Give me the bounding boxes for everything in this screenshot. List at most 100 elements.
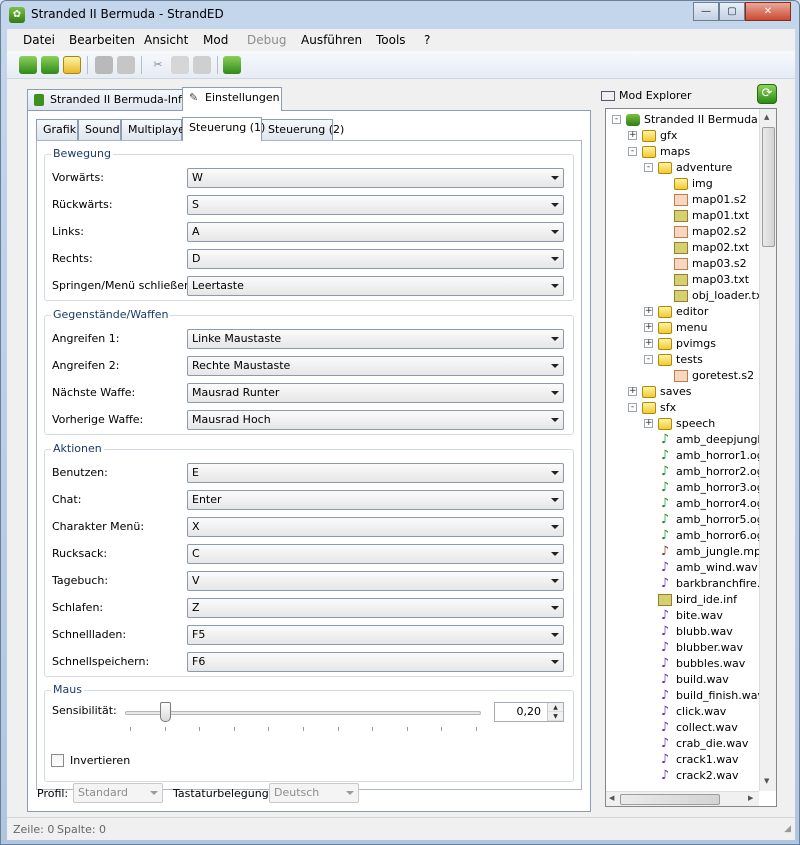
expand-icon[interactable]: + <box>644 339 653 348</box>
tab-steuerung-1[interactable]: Steuerung (1) <box>182 117 265 141</box>
binding-combo-chat[interactable]: Enter <box>187 490 564 510</box>
open-folder-icon[interactable] <box>63 56 81 74</box>
menu-help[interactable]: ? <box>424 33 430 47</box>
invert-checkbox[interactable] <box>51 754 64 767</box>
binding-combo-rueckwaerts[interactable]: S <box>187 195 564 215</box>
tree-item[interactable]: + speech <box>606 416 759 432</box>
binding-combo-schnellspeichern[interactable]: F6 <box>187 652 564 672</box>
cut-icon[interactable]: ✂ <box>149 56 167 74</box>
open-mod-icon[interactable] <box>41 56 59 74</box>
save-all-icon[interactable] <box>117 56 135 74</box>
tree-item[interactable]: map01.s2 <box>606 192 759 208</box>
expand-icon[interactable]: + <box>628 131 637 140</box>
tree-vertical-scrollbar[interactable]: ▲ ▼ <box>759 109 776 791</box>
tree-item[interactable]: - tests <box>606 352 759 368</box>
tab-sound[interactable]: Sound <box>78 119 121 141</box>
tree-item[interactable]: map02.s2 <box>606 224 759 240</box>
scroll-right-icon[interactable]: ▶ <box>748 794 753 802</box>
tree-item[interactable]: ♪ blubber.wav <box>606 640 759 656</box>
tree-item[interactable]: ♪ build.wav <box>606 672 759 688</box>
resize-grip-icon[interactable]: ◢ <box>784 824 791 834</box>
tree-horizontal-scrollbar[interactable]: ◀ ▶ <box>606 791 759 806</box>
run-icon[interactable] <box>223 56 241 74</box>
scroll-down-icon[interactable]: ▼ <box>764 777 769 785</box>
tree-item[interactable]: - maps <box>606 144 759 160</box>
tree-item[interactable]: ♪ crab_die.wav <box>606 736 759 752</box>
tree-item[interactable]: map02.txt <box>606 240 759 256</box>
tree-item[interactable]: ♪ amb_horror1.ogg <box>606 448 771 464</box>
tree-vscroll-thumb[interactable] <box>762 127 775 247</box>
tree-item[interactable]: ♪ amb_deepjungle <box>606 432 767 448</box>
collapse-icon[interactable]: - <box>628 147 637 156</box>
sensitivity-spinbox[interactable]: 0,20 ▲ ▼ <box>494 702 564 722</box>
tree-item[interactable]: + saves <box>606 384 759 400</box>
collapse-icon[interactable]: - <box>612 115 621 124</box>
tree-item[interactable]: obj_loader.txt <box>606 288 767 304</box>
scroll-up-icon[interactable]: ▲ <box>764 113 769 121</box>
tree-item[interactable]: + pvimgs <box>606 336 759 352</box>
tab-einstellungen[interactable]: ✎ Einstellungen <box>182 87 282 111</box>
title-bar[interactable]: ✿ Stranded II Bermuda - StrandED — ▢ ✕ <box>1 1 799 29</box>
tab-grafik[interactable]: Grafik <box>36 119 78 141</box>
copy-icon[interactable] <box>171 56 189 74</box>
tab-steuerung-2[interactable]: Steuerung (2) <box>261 119 344 141</box>
tree-item[interactable]: ♪ barkbranchfire.wav <box>606 576 776 592</box>
tree-item[interactable]: - Stranded II Bermuda <box>606 112 759 128</box>
tree-item[interactable]: ♪ crack1.wav <box>606 752 759 768</box>
binding-combo-naechste-waffe[interactable]: Mausrad Runter <box>187 383 564 403</box>
tree-item[interactable]: ♪ amb_wind.wav <box>606 560 759 576</box>
tree-item[interactable]: + menu <box>606 320 759 336</box>
new-mod-icon[interactable] <box>19 56 37 74</box>
tree-hscroll-thumb[interactable] <box>620 794 720 805</box>
expand-icon[interactable]: + <box>644 307 653 316</box>
menu-debug[interactable]: Debug <box>247 33 286 47</box>
tab-stranded-infos[interactable]: Stranded II Bermuda-Infos <box>27 89 194 111</box>
menu-ausfuehren[interactable]: Ausführen <box>301 33 362 47</box>
binding-combo-schlafen[interactable]: Z <box>187 598 564 618</box>
tree-item[interactable]: ♪ amb_jungle.mp3 <box>606 544 768 560</box>
tree-item[interactable]: ♪ crack2.wav <box>606 768 759 784</box>
binding-combo-vorherige-waffe[interactable]: Mausrad Hoch <box>187 410 564 430</box>
tree-item[interactable]: map01.txt <box>606 208 759 224</box>
tastatur-combo[interactable]: Deutsch <box>269 783 359 803</box>
tree-item[interactable]: ♪ blubb.wav <box>606 624 759 640</box>
tree-item[interactable]: map03.txt <box>606 272 759 288</box>
collapse-icon[interactable]: - <box>644 355 653 364</box>
binding-combo-rechts[interactable]: D <box>187 249 564 269</box>
binding-combo-benutzen[interactable]: E <box>187 463 564 483</box>
collapse-icon[interactable]: - <box>644 163 653 172</box>
binding-combo-angreifen-2[interactable]: Rechte Maustaste <box>187 356 564 376</box>
spin-up-icon[interactable]: ▲ <box>548 703 563 712</box>
paste-icon[interactable] <box>193 56 211 74</box>
tree-item[interactable]: goretest.s2 <box>606 368 759 384</box>
tree-item[interactable]: ♪ bite.wav <box>606 608 759 624</box>
tree-item[interactable]: img <box>606 176 759 192</box>
tree-item[interactable]: - sfx <box>606 400 759 416</box>
tree-item[interactable]: ♪ amb_horror4.ogg <box>606 496 771 512</box>
tree-item[interactable]: ♪ amb_horror3.ogg <box>606 480 771 496</box>
save-icon[interactable] <box>95 56 113 74</box>
scroll-left-icon[interactable]: ◀ <box>609 794 614 802</box>
expand-icon[interactable]: + <box>644 323 653 332</box>
binding-combo-rucksack[interactable]: C <box>187 544 564 564</box>
expand-icon[interactable]: + <box>644 419 653 428</box>
menu-bearbeiten[interactable]: Bearbeiten <box>69 33 135 47</box>
menu-ansicht[interactable]: Ansicht <box>144 33 188 47</box>
tree-item[interactable]: ♪ build_finish.wav <box>606 688 764 704</box>
tree-item[interactable]: ♪ amb_horror5.ogg <box>606 512 771 528</box>
menu-datei[interactable]: Datei <box>23 33 55 47</box>
tree-item[interactable]: ♪ amb_horror6.ogg <box>606 528 771 544</box>
expand-icon[interactable]: + <box>628 387 637 396</box>
spin-down-icon[interactable]: ▼ <box>548 712 563 721</box>
tree-item[interactable]: + editor <box>606 304 759 320</box>
menu-tools[interactable]: Tools <box>376 33 406 47</box>
minimize-button[interactable]: — <box>693 2 719 21</box>
binding-combo-angreifen-1[interactable]: Linke Maustaste <box>187 329 564 349</box>
binding-combo-links[interactable]: A <box>187 222 564 242</box>
collapse-icon[interactable]: - <box>628 403 637 412</box>
close-button[interactable]: ✕ <box>745 2 791 21</box>
tab-multiplayer[interactable]: Multiplayer <box>121 119 189 141</box>
tree-item[interactable]: ♪ bubbles.wav <box>606 656 759 672</box>
binding-combo-tagebuch[interactable]: V <box>187 571 564 591</box>
menu-mod[interactable]: Mod <box>203 33 228 47</box>
